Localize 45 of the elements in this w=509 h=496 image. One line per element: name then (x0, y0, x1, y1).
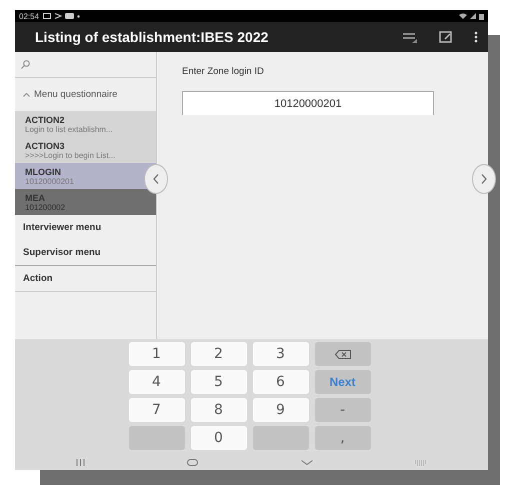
sidebar-item[interactable]: ACTION3 >>>>Login to begin List... (15, 137, 156, 163)
keyboard-key[interactable]: - (314, 398, 370, 422)
search-icon (21, 60, 30, 69)
keyboard-icon[interactable] (414, 460, 427, 466)
status-time: 02:54 (19, 12, 40, 20)
previous-button[interactable] (144, 164, 168, 194)
list-icon[interactable] (403, 32, 417, 42)
section-header[interactable]: Menu questionnaire (15, 78, 156, 111)
keyboard-key[interactable]: , (314, 426, 370, 450)
backspace-key[interactable] (314, 342, 370, 366)
chevron-down-icon[interactable] (300, 460, 313, 465)
keyboard-key[interactable]: 0 (190, 426, 246, 450)
home-icon[interactable] (187, 459, 198, 466)
section-label: Menu questionnaire (34, 89, 118, 100)
question-label: Enter Zone login ID (182, 66, 265, 77)
keyboard-key[interactable]: 5 (190, 370, 246, 394)
keyboard-key[interactable]: 8 (190, 398, 246, 422)
keyboard-key[interactable]: 9 (252, 398, 308, 422)
more-icon[interactable] (474, 31, 478, 43)
backspace-icon (334, 350, 350, 358)
menu-item[interactable]: Action (15, 266, 156, 291)
keyboard-key[interactable]: 4 (128, 370, 184, 394)
keyboard-key[interactable]: 6 (252, 370, 308, 394)
menu-item[interactable]: Supervisor menu (15, 240, 156, 265)
keyboard-key[interactable]: 1 (128, 342, 184, 366)
chevron-left-icon (153, 174, 159, 184)
video-icon (65, 13, 74, 19)
sidebar-item[interactable]: ACTION2 Login to list extablishm... (15, 111, 156, 137)
battery-icon (479, 12, 484, 20)
app-title: Listing of establishment:IBES 2022 (35, 29, 268, 45)
next-button[interactable] (472, 164, 496, 194)
edit-icon[interactable] (439, 31, 452, 43)
gallery-icon (43, 13, 52, 19)
wifi-icon (459, 13, 467, 19)
sidebar-item[interactable]: MLOGIN 10120000201 (15, 163, 156, 189)
answer-field[interactable]: 10120000201 (182, 91, 434, 115)
keyboard-key[interactable]: 3 (252, 342, 308, 366)
keyboard-key[interactable]: 7 (128, 398, 184, 422)
recent-apps-icon[interactable] (76, 459, 86, 466)
chevron-right-icon (481, 174, 487, 184)
media-icon (54, 13, 62, 19)
keyboard-key[interactable]: 2 (190, 342, 246, 366)
menu-item[interactable]: Interviewer menu (15, 215, 156, 240)
signal-icon (470, 13, 476, 19)
dot-icon (77, 14, 80, 18)
